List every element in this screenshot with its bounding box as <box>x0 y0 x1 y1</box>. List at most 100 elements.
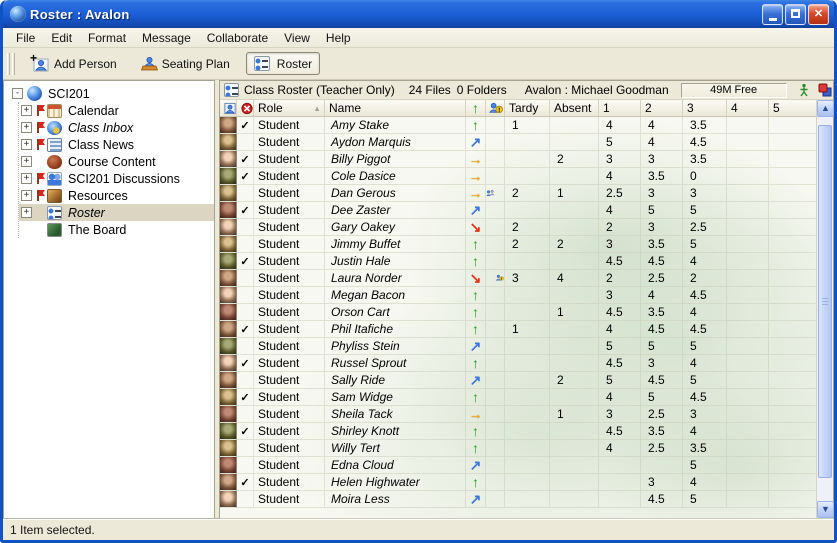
table-row-21[interactable]: ✓ Student Helen Highwater ! 3 <box>220 474 816 491</box>
scroll-up-arrow-icon[interactable]: ▲ <box>817 100 834 117</box>
table-row-2[interactable]: ✓ Student Billy Piggot ! 2 3 3 <box>220 151 816 168</box>
alert-cell: ! <box>486 406 505 423</box>
alert-cell: ! <box>486 202 505 219</box>
expand-icon[interactable]: + <box>21 190 32 201</box>
tardy-cell <box>505 389 550 406</box>
grade-column-header-4[interactable]: 4 <box>727 100 769 116</box>
expand-icon[interactable]: + <box>21 105 32 116</box>
role-column-header[interactable]: Role ▲ <box>254 100 325 116</box>
grade-2-cell: 4.5 <box>641 321 683 338</box>
roster-button[interactable]: Roster <box>246 52 320 75</box>
expand-icon[interactable]: + <box>21 156 32 167</box>
grade-3-cell: 2.5 <box>683 219 727 236</box>
role-cell: Student <box>254 168 325 185</box>
trend-cell <box>466 423 486 440</box>
tree-item-0[interactable]: + Calendar <box>19 102 214 119</box>
table-row-7[interactable]: Student Jimmy Buffet ! 2 2 3 3.5 <box>220 236 816 253</box>
table-row-22[interactable]: Student Moira Less ! 4.5 5 <box>220 491 816 508</box>
tardy-column-header[interactable]: Tardy <box>505 100 550 116</box>
tree-item-4[interactable]: + SCI201 Discussions <box>19 170 214 187</box>
absent-cell <box>550 457 599 474</box>
table-row-1[interactable]: Student Aydon Marquis ! 5 4 4. <box>220 134 816 151</box>
table-row-15[interactable]: Student Sally Ride ! 2 5 4.5 5 <box>220 372 816 389</box>
add-person-button[interactable]: + Add Person <box>25 52 125 76</box>
expand-icon[interactable]: + <box>21 122 32 133</box>
trend-up-icon <box>472 101 479 115</box>
window-title: Roster : Avalon <box>30 7 760 22</box>
minimize-button[interactable] <box>762 4 783 25</box>
menu-item-5[interactable]: View <box>276 29 318 47</box>
trend-arrow-icon <box>470 339 482 353</box>
alert-cell: ! <box>486 270 505 287</box>
collapse-icon[interactable]: - <box>12 88 23 99</box>
absent-column-header[interactable]: Absent <box>550 100 599 116</box>
table-row-19[interactable]: Student Willy Tert ! 4 2.5 3.5 <box>220 440 816 457</box>
toolbar-grip[interactable] <box>12 53 15 75</box>
table-row-11[interactable]: Student Orson Cart ! 1 4.5 3.5 <box>220 304 816 321</box>
table-row-8[interactable]: ✓ Student Justin Hale ! 4.5 4. <box>220 253 816 270</box>
menu-item-2[interactable]: Format <box>80 29 134 47</box>
tree-item-1[interactable]: + Class Inbox <box>19 119 214 136</box>
roster-small-icon <box>224 83 239 97</box>
seating-plan-button[interactable]: Seating Plan <box>133 52 238 76</box>
menu-item-4[interactable]: Collaborate <box>199 29 276 47</box>
menu-item-1[interactable]: Edit <box>43 29 80 47</box>
grade-4-cell <box>727 372 769 389</box>
table-row-18[interactable]: ✓ Student Shirley Knott ! 4.5 <box>220 423 816 440</box>
expand-icon[interactable]: + <box>21 207 32 218</box>
trend-column-header[interactable] <box>466 100 486 116</box>
title-bar[interactable]: Roster : Avalon ✕ <box>3 0 834 28</box>
trend-cell <box>466 117 486 134</box>
shapes-icon[interactable] <box>818 83 832 97</box>
table-row-20[interactable]: Student Edna Cloud ! 5 <box>220 457 816 474</box>
name-cell: Amy Stake <box>325 117 466 134</box>
table-row-12[interactable]: ✓ Student Phil Itafiche ! 1 4 4 <box>220 321 816 338</box>
trend-cell <box>466 151 486 168</box>
menu-item-6[interactable]: Help <box>318 29 359 47</box>
table-row-3[interactable]: ✓ Student Cole Dasice ! 4 3.5 <box>220 168 816 185</box>
tree-item-3[interactable]: + Course Content <box>19 153 214 170</box>
menu-item-0[interactable]: File <box>8 29 43 47</box>
expand-icon[interactable]: + <box>21 173 32 184</box>
table-row-5[interactable]: ✓ Student Dee Zaster ! 4 5 <box>220 202 816 219</box>
tree-item-2[interactable]: + Class News <box>19 136 214 153</box>
table-row-10[interactable]: Student Megan Bacon ! 3 4 4.5 <box>220 287 816 304</box>
table-row-9[interactable]: Student Laura Norder ! 3 4 2 2.5 <box>220 270 816 287</box>
scrollbar-thumb[interactable] <box>818 125 832 478</box>
scroll-down-arrow-icon[interactable]: ▼ <box>817 501 834 518</box>
grade-column-header-2[interactable]: 2 <box>641 100 683 116</box>
table-row-0[interactable]: ✓ Student Amy Stake ! 1 4 4 <box>220 117 816 134</box>
grade-column-header-5[interactable]: 5 <box>769 100 816 116</box>
tree-item-5[interactable]: + Resources <box>19 187 214 204</box>
alert-cell: ! <box>486 389 505 406</box>
grade-3-cell: 4.5 <box>683 389 727 406</box>
close-button[interactable]: ✕ <box>808 4 829 25</box>
alert-column-header[interactable]: ! <box>486 100 505 116</box>
app-window: Roster : Avalon ✕ File Edit Format Messa… <box>0 0 837 543</box>
blocked-column-header[interactable] <box>237 100 254 116</box>
checked-cell <box>237 338 254 355</box>
menu-item-3[interactable]: Message <box>134 29 199 47</box>
role-cell: Student <box>254 338 325 355</box>
tree-root-sci201[interactable]: - SCI201 <box>8 85 214 102</box>
person-status-icon[interactable] <box>797 83 811 97</box>
maximize-button[interactable] <box>785 4 806 25</box>
tree-item-7[interactable]: + The Board <box>19 221 214 238</box>
student-photo <box>220 406 237 423</box>
expand-icon[interactable]: + <box>21 139 32 150</box>
tardy-cell: 1 <box>505 321 550 338</box>
photo-column-header[interactable] <box>220 100 237 116</box>
grade-column-header-1[interactable]: 1 <box>599 100 641 116</box>
table-row-16[interactable]: ✓ Student Sam Widge ! 4 5 <box>220 389 816 406</box>
alert-cell: ! <box>486 134 505 151</box>
toolbar-grip[interactable] <box>7 53 10 75</box>
table-row-13[interactable]: Student Phyliss Stein ! 5 5 5 <box>220 338 816 355</box>
table-row-4[interactable]: Student Dan Gerous ! 2 1 2.5 3 3 <box>220 185 816 202</box>
grade-column-header-3[interactable]: 3 <box>683 100 727 116</box>
name-column-header[interactable]: Name <box>325 100 466 116</box>
table-row-6[interactable]: Student Gary Oakey ! 2 2 3 2.5 <box>220 219 816 236</box>
tree-item-6[interactable]: + Roster <box>19 204 214 221</box>
vertical-scrollbar[interactable]: ▲ ▼ <box>816 100 833 518</box>
table-row-14[interactable]: ✓ Student Russel Sprout ! 4.5 <box>220 355 816 372</box>
table-row-17[interactable]: Student Sheila Tack ! 1 3 2.5 3 <box>220 406 816 423</box>
